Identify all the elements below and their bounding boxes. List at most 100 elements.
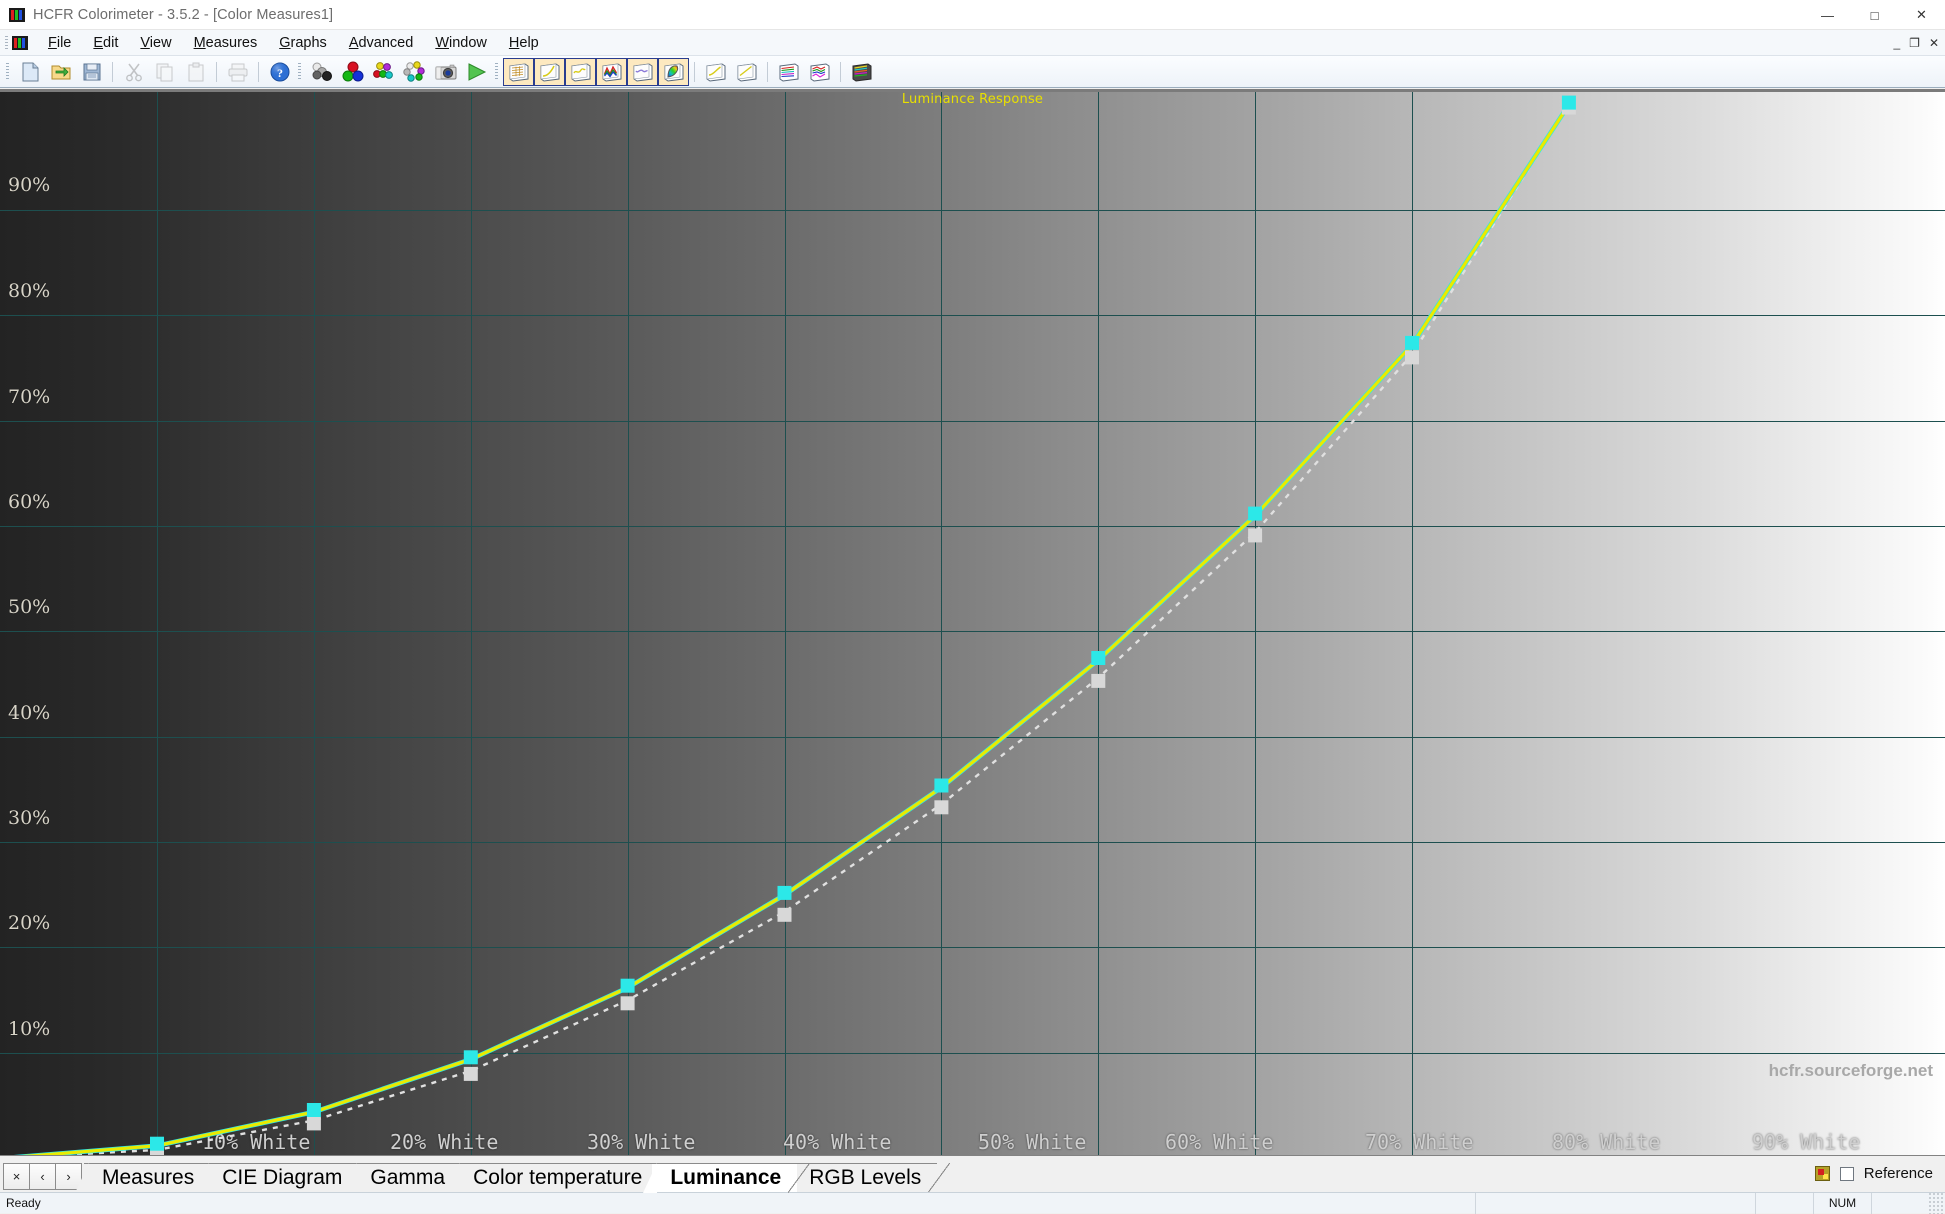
tab-list: Measures CIE Diagram Gamma Color tempera… xyxy=(74,1162,951,1193)
window-maximize-button[interactable]: □ xyxy=(1851,0,1898,30)
menu-graphs[interactable]: Graphs xyxy=(268,33,338,53)
toolbar-separator xyxy=(767,61,768,82)
mdi-restore-button[interactable]: ❐ xyxy=(1909,36,1920,50)
data-point-marker xyxy=(1405,335,1419,350)
copy-icon xyxy=(149,58,180,86)
toolbar-drag-grip[interactable] xyxy=(298,62,301,81)
menu-help[interactable]: Help xyxy=(498,33,550,53)
data-point-marker xyxy=(777,907,792,922)
status-indicator-scrl xyxy=(1871,1192,1929,1214)
toolbar-separator xyxy=(840,61,841,82)
spectrum-stack-icon[interactable] xyxy=(846,58,877,86)
chart-plot-area xyxy=(13,95,1576,1155)
toolbar-separator xyxy=(216,61,217,82)
menu-file[interactable]: FFileile xyxy=(37,33,82,53)
luminance-curve-icon[interactable] xyxy=(565,57,596,86)
camera-icon[interactable] xyxy=(430,58,461,86)
main-toolbar: ? xyxy=(0,56,1945,88)
toolbar-separator xyxy=(112,61,113,82)
toolbar-drag-grip[interactable] xyxy=(6,62,9,81)
tab-measures[interactable]: Measures xyxy=(74,1163,224,1193)
menu-window[interactable]: Window xyxy=(424,33,498,53)
saturation-colors-icon[interactable] xyxy=(368,58,399,86)
toolbar-separator xyxy=(258,61,259,82)
rgb-levels-icon[interactable] xyxy=(596,57,627,86)
color-temperature-icon[interactable] xyxy=(627,57,658,86)
reference-markers xyxy=(150,100,1576,1155)
data-point-marker xyxy=(1248,528,1263,543)
tab-strip: × ‹ › Measures CIE Diagram Gamma Color t… xyxy=(0,1155,1945,1193)
data-point-marker xyxy=(777,885,792,900)
toolbar-drag-grip[interactable] xyxy=(495,62,498,81)
svg-text:?: ? xyxy=(277,66,283,80)
data-point-marker xyxy=(620,996,635,1011)
data-point-marker xyxy=(306,1116,321,1131)
tab-cie-diagram[interactable]: CIE Diagram xyxy=(195,1163,372,1193)
data-point-marker xyxy=(150,1136,164,1151)
cie-diagram-icon[interactable] xyxy=(658,57,689,86)
status-indicator-caps xyxy=(1755,1192,1813,1214)
menu-view[interactable]: View xyxy=(129,33,182,53)
reference-label: Reference xyxy=(1863,1165,1933,1182)
window-controls: — □ ✕ xyxy=(1804,0,1945,30)
open-folder-icon[interactable] xyxy=(45,58,76,86)
status-message: Ready xyxy=(6,1196,41,1210)
tab-close-button[interactable]: × xyxy=(3,1163,30,1190)
save-disk-icon[interactable] xyxy=(76,58,107,86)
reference-badge-icon[interactable] xyxy=(1814,1166,1830,1181)
measured-series xyxy=(13,103,1571,1155)
new-document-icon[interactable] xyxy=(14,58,45,86)
help-question-icon[interactable]: ? xyxy=(264,58,295,86)
tab-luminance[interactable]: Luminance xyxy=(643,1163,811,1193)
print-icon xyxy=(222,58,253,86)
status-indicators: NUM xyxy=(1475,1192,1945,1214)
data-point-marker xyxy=(1091,651,1106,665)
toolbar-separator xyxy=(694,61,695,82)
window-close-button[interactable]: ✕ xyxy=(1898,0,1945,30)
menu-drag-grip[interactable] xyxy=(5,35,8,50)
data-point-marker xyxy=(1405,350,1419,365)
menu-bar: FFileile Edit View Measures Graphs Advan… xyxy=(0,30,1945,56)
paste-icon xyxy=(180,58,211,86)
reference-controls: Reference xyxy=(1814,1155,1945,1192)
luminance-response-chart[interactable]: Luminance Response 90% 80% 70% 60% 50% 4… xyxy=(0,89,1945,1155)
menu-edit[interactable]: Edit xyxy=(82,33,129,53)
status-indicator-num: NUM xyxy=(1813,1192,1871,1214)
data-point-marker xyxy=(934,778,949,793)
primary-colors-icon[interactable] xyxy=(337,58,368,86)
data-point-marker xyxy=(306,1103,321,1117)
data-point-marker xyxy=(934,800,949,815)
measures-table-icon[interactable] xyxy=(503,57,534,86)
document-logo-icon xyxy=(12,35,28,50)
mdi-close-button[interactable]: ✕ xyxy=(1929,36,1939,50)
color-ring-icon[interactable] xyxy=(399,58,430,86)
data-point-marker xyxy=(1091,673,1106,688)
menu-measures[interactable]: Measures xyxy=(183,33,269,53)
tab-color-temperature[interactable]: Color temperature xyxy=(446,1163,672,1193)
gamma-curve-icon[interactable] xyxy=(534,57,565,86)
data-point-marker xyxy=(620,978,635,993)
reference-series xyxy=(40,103,1570,1155)
mdi-window-controls: _ ❐ ✕ xyxy=(1893,30,1939,56)
data-point-marker xyxy=(463,1066,478,1081)
menu-advanced[interactable]: Advanced xyxy=(338,33,425,53)
cut-scissors-icon xyxy=(118,58,149,86)
tab-prev-button[interactable]: ‹ xyxy=(29,1163,56,1190)
tab-gamma[interactable]: Gamma xyxy=(343,1163,474,1193)
resize-grip[interactable] xyxy=(1929,1192,1945,1214)
app-logo-icon xyxy=(9,7,25,22)
window-minimize-button[interactable]: — xyxy=(1804,0,1851,30)
reference-checkbox[interactable] xyxy=(1839,1166,1854,1181)
mdi-minimize-button[interactable]: _ xyxy=(1893,36,1900,50)
near-white-curve-icon[interactable] xyxy=(700,58,731,86)
tab-rgb-levels[interactable]: RGB Levels xyxy=(782,1163,951,1193)
rgb-color-peaks-icon[interactable] xyxy=(804,58,835,86)
grayscale-spheres-icon[interactable] xyxy=(306,58,337,86)
rgb-multi-lines-icon[interactable] xyxy=(773,58,804,86)
near-black-curve-icon[interactable] xyxy=(731,58,762,86)
status-pane-blank xyxy=(1475,1192,1755,1214)
title-bar: HCFR Colorimeter - 3.5.2 - [Color Measur… xyxy=(0,0,1945,30)
run-play-icon[interactable] xyxy=(461,58,492,86)
data-point-marker xyxy=(463,1050,478,1065)
status-bar: Ready NUM xyxy=(0,1192,1945,1214)
